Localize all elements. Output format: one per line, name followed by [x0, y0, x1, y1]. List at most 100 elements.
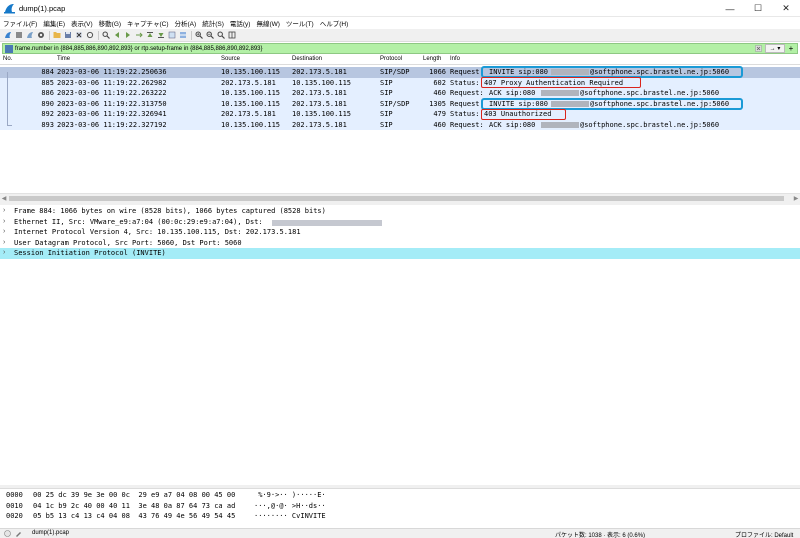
packet-protocol: SIP	[380, 78, 393, 87]
packet-source: 202.173.5.181	[221, 78, 276, 87]
go-back-icon[interactable]	[112, 31, 121, 40]
minimize-button[interactable]: —	[716, 0, 744, 17]
close-button[interactable]: ✕	[772, 0, 800, 17]
go-forward-icon[interactable]	[123, 31, 132, 40]
menu-capture[interactable]: キャプチャ(C)	[127, 18, 168, 28]
packet-length: 1066	[429, 68, 446, 76]
zoom-out-icon[interactable]	[205, 31, 214, 40]
restart-capture-icon[interactable]	[25, 31, 34, 40]
zoom-reset-icon[interactable]	[216, 31, 225, 40]
packet-time: 2023-03-06 11:19:22.313750	[57, 99, 167, 108]
packet-no: 892	[41, 110, 54, 118]
start-capture-icon[interactable]	[3, 31, 12, 40]
display-filter-input[interactable]: frame.number in {884,885,886,890,892,893…	[15, 46, 754, 52]
packet-destination: 202.173.5.181	[292, 120, 347, 129]
packet-destination: 202.173.5.181	[292, 68, 347, 76]
detail-row[interactable]: › Frame 884: 1066 bytes on wire (8528 bi…	[0, 206, 800, 217]
menu-edit[interactable]: 編集(E)	[43, 18, 65, 28]
expand-arrow-icon[interactable]: ›	[3, 207, 5, 214]
detail-row[interactable]: › Ethernet II, Src: VMware_e9:a7:04 (00:…	[0, 217, 800, 228]
detail-row[interactable]: › Session Initiation Protocol (INVITE)	[0, 248, 800, 259]
find-packet-icon[interactable]	[101, 31, 110, 40]
menu-tools[interactable]: ツール(T)	[286, 18, 314, 28]
status-profile[interactable]: プロファイル: Default	[735, 530, 793, 538]
column-header-destination[interactable]: Destination	[292, 56, 322, 62]
proxy-auth-highlight-box	[481, 77, 641, 88]
packet-destination: 10.135.100.115	[292, 110, 352, 118]
packet-info-method: ACK sip:080	[489, 120, 536, 129]
menu-wireless[interactable]: 無線(W)	[256, 18, 279, 28]
expand-arrow-icon[interactable]: ›	[3, 218, 5, 225]
packet-no: 886	[41, 89, 54, 97]
packet-time: 2023-03-06 11:19:22.250636	[57, 68, 167, 76]
redacted-number	[541, 121, 579, 128]
maximize-button[interactable]: ☐	[744, 0, 772, 17]
packet-row[interactable]: 893 2023-03-06 11:19:22.327192 10.135.10…	[0, 119, 800, 130]
zoom-in-icon[interactable]	[194, 31, 203, 40]
related-packets-hook	[7, 125, 12, 126]
menu-help[interactable]: ヘルプ(H)	[320, 18, 349, 28]
column-header-length[interactable]: Length	[423, 56, 441, 62]
byte-hex[interactable]: 04 1c b9 2c 40 00 40 11 3e 48 0a 87 64 7…	[33, 502, 235, 512]
last-packet-icon[interactable]	[156, 31, 165, 40]
packet-protocol: SIP	[380, 120, 393, 129]
stop-capture-icon[interactable]	[14, 31, 23, 40]
apply-filter-button[interactable]: → ▾	[765, 44, 785, 53]
go-to-packet-icon[interactable]	[134, 31, 143, 40]
column-header-no[interactable]: No.	[3, 56, 12, 62]
colorize-icon[interactable]	[178, 31, 187, 40]
byte-ascii[interactable]: %·9·>·· )·····E·	[254, 491, 325, 501]
main-toolbar	[0, 29, 800, 42]
menu-telephony[interactable]: 電話(y)	[230, 18, 251, 28]
packet-protocol: SIP	[380, 89, 393, 97]
byte-offset: 0000	[6, 491, 23, 499]
byte-ascii[interactable]: ···,@·@· >H··ds··	[254, 502, 326, 512]
packet-details-pane: › Frame 884: 1066 bytes on wire (8528 bi…	[0, 205, 800, 485]
byte-ascii[interactable]: ········ CvINVITE	[254, 512, 326, 522]
clear-filter-icon[interactable]	[754, 44, 763, 53]
status-bar: dump(1).pcap パケット数: 1038 · 表示: 6 (0.6%) …	[0, 528, 800, 538]
packet-row[interactable]: 886 2023-03-06 11:19:22.263222 10.135.10…	[0, 88, 800, 99]
detail-row[interactable]: › Internet Protocol Version 4, Src: 10.1…	[0, 227, 800, 238]
column-header-time[interactable]: Time	[57, 56, 70, 62]
menu-go[interactable]: 移動(G)	[99, 18, 121, 28]
packet-list-scrollbar[interactable]: ◀ ▶	[0, 193, 800, 202]
column-header-source[interactable]: Source	[221, 56, 240, 62]
packet-length: 460	[433, 120, 446, 129]
expand-arrow-icon[interactable]: ›	[3, 249, 5, 256]
open-file-icon[interactable]	[52, 31, 61, 40]
display-filter-bar: frame.number in {884,885,886,890,892,893…	[2, 43, 798, 54]
scrollbar-thumb[interactable]	[9, 196, 784, 201]
reload-file-icon[interactable]	[85, 31, 94, 40]
first-packet-icon[interactable]	[145, 31, 154, 40]
column-header-protocol[interactable]: Protocol	[380, 56, 402, 62]
autoscroll-icon[interactable]	[167, 31, 176, 40]
menu-file[interactable]: ファイル(F)	[3, 18, 37, 28]
detail-row[interactable]: › User Datagram Protocol, Src Port: 5060…	[0, 238, 800, 249]
bookmark-filter-icon[interactable]	[5, 44, 13, 53]
packet-source: 10.135.100.115	[221, 120, 281, 129]
save-file-icon[interactable]	[63, 31, 72, 40]
expand-arrow-icon[interactable]: ›	[3, 228, 5, 235]
related-packets-line	[7, 72, 8, 125]
packet-row[interactable]: 885 2023-03-06 11:19:22.262982 202.173.5…	[0, 77, 800, 88]
menu-analyze[interactable]: 分析(A)	[175, 18, 197, 28]
add-filter-button[interactable]: +	[785, 44, 797, 53]
packet-no: 885	[41, 78, 54, 87]
menu-statistics[interactable]: 統計(S)	[202, 18, 224, 28]
close-file-icon[interactable]	[74, 31, 83, 40]
packet-destination: 202.173.5.181	[292, 99, 347, 108]
byte-hex[interactable]: 05 b5 13 c4 13 c4 04 08 43 76 49 4e 56 4…	[33, 512, 235, 522]
byte-hex[interactable]: 00 25 dc 39 9e 3e 00 0c 29 e9 a7 04 08 0…	[33, 491, 235, 501]
menu-view[interactable]: 表示(V)	[71, 18, 93, 28]
resize-columns-icon[interactable]	[227, 31, 236, 40]
capture-options-icon[interactable]	[36, 31, 45, 40]
packet-info-uri: @softphone.spc.brastel.ne.jp:5060	[580, 120, 720, 129]
packet-row[interactable]: 892 2023-03-06 11:19:22.326941 202.173.5…	[0, 109, 800, 120]
packet-time: 2023-03-06 11:19:22.263222	[57, 89, 167, 97]
packet-info-prefix: Request:	[450, 68, 484, 76]
byte-offset: 0010	[6, 501, 23, 510]
column-header-info[interactable]: Info	[450, 56, 460, 62]
expand-arrow-icon[interactable]: ›	[3, 239, 5, 246]
edit-comment-icon[interactable]	[15, 530, 22, 537]
